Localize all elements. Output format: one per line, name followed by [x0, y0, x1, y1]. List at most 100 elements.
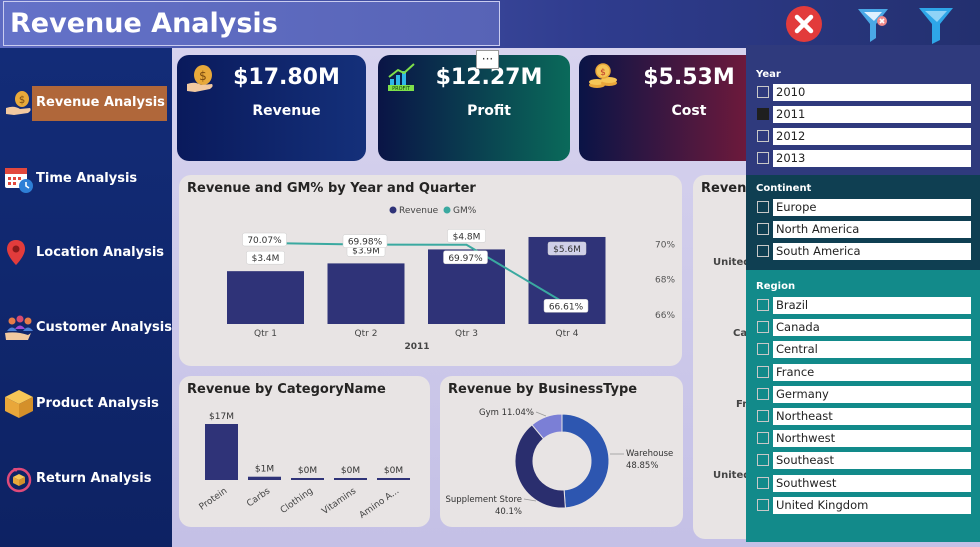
- y2-tick-label: 70%: [655, 240, 675, 250]
- filter-title: Region: [756, 281, 796, 292]
- checkbox[interactable]: [757, 498, 769, 511]
- checkbox[interactable]: [757, 108, 769, 120]
- filter-option-2013[interactable]: 2013: [756, 150, 971, 167]
- nav-item-time-analysis[interactable]: Time Analysis: [0, 162, 172, 198]
- checkbox[interactable]: [757, 432, 769, 445]
- legend-marker: [443, 206, 451, 214]
- svg-text:$: $: [19, 95, 25, 106]
- filter-option-france[interactable]: France: [756, 363, 971, 381]
- nav-label: Location Analysis: [36, 245, 165, 260]
- y2-tick-label: 66%: [655, 311, 675, 321]
- customers-icon: [5, 315, 33, 340]
- donut-slice: [514, 424, 566, 509]
- bar: [327, 263, 405, 324]
- filter-option-northeast[interactable]: Northeast: [756, 408, 971, 425]
- continent-filter: Continent Europe North America South Ame…: [746, 175, 980, 270]
- option-label: Europe: [773, 199, 971, 216]
- filter-panel: Year 2010 2011 2012 2013 Continent Europ…: [746, 45, 980, 542]
- option-label: Canada: [773, 319, 971, 337]
- nav-label: Customer Analysis: [36, 320, 172, 335]
- checkbox[interactable]: [757, 223, 769, 235]
- kpi-label: Cost: [671, 103, 707, 119]
- filter-icon[interactable]: [916, 4, 956, 44]
- gm-data-label: 66.61%: [549, 302, 584, 312]
- revenue-data-label: $4.8M: [453, 232, 481, 242]
- filter-option-brazil[interactable]: Brazil: [756, 297, 971, 314]
- data-label: $0M: [384, 466, 403, 476]
- nav-item-product-analysis[interactable]: Product Analysis: [0, 387, 172, 423]
- checkbox[interactable]: [757, 86, 769, 98]
- close-icon[interactable]: [784, 4, 824, 44]
- kpi-card-profit: PROFIT $12.27M Profit: [378, 55, 570, 161]
- filter-option-north-america[interactable]: North America: [756, 221, 971, 238]
- checkbox[interactable]: [757, 454, 769, 467]
- checkbox[interactable]: [757, 245, 769, 257]
- data-label: $1M: [255, 465, 274, 475]
- bar: [248, 476, 281, 480]
- x-tick-label: Carbs: [245, 486, 272, 509]
- nav-item-return-analysis[interactable]: Return Analysis: [0, 462, 172, 498]
- region-filter: Region Brazil Canada Central France Germany N…: [746, 270, 980, 542]
- option-label: Northeast: [773, 408, 971, 425]
- option-label: 2013: [773, 150, 971, 167]
- kpi-card-revenue: $ $17.80M Revenue: [177, 55, 366, 161]
- more-options-button[interactable]: ···: [476, 50, 499, 69]
- return-box-icon: [6, 467, 32, 493]
- data-label: $0M: [341, 466, 360, 476]
- filter-option-germany[interactable]: Germany: [756, 385, 971, 403]
- data-label: $0M: [298, 466, 317, 476]
- x-tick-label: Qtr 2: [355, 329, 378, 339]
- page-title: Revenue Analysis: [10, 8, 278, 39]
- slice-name: Warehouse: [626, 449, 673, 459]
- option-label: 2012: [773, 128, 971, 145]
- filter-option-canada[interactable]: Canada: [756, 319, 971, 337]
- kpi-card-cost: $ $5.53M Cost: [579, 55, 769, 161]
- checkbox[interactable]: [757, 299, 769, 311]
- business-type-donut: Warehouse 48.85% Supplement Store 40.1% Gym …: [445, 408, 673, 517]
- filter-option-united-kingdom[interactable]: United Kingdom: [756, 496, 971, 514]
- filter-title: Year: [756, 69, 781, 80]
- checkbox[interactable]: [757, 410, 769, 422]
- filter-option-europe[interactable]: Europe: [756, 199, 971, 216]
- x-tick-label: Qtr 3: [455, 329, 478, 339]
- title-box: Revenue Analysis: [3, 1, 500, 46]
- nav-item-revenue-analysis[interactable]: $ Revenue Analysis: [0, 86, 172, 122]
- x-tick-label: Vitamins: [320, 486, 358, 517]
- nav-label: Revenue Analysis: [36, 95, 165, 110]
- filter-option-southeast[interactable]: Southeast: [756, 452, 971, 470]
- x-tick-label: Protein: [198, 486, 230, 512]
- checkbox[interactable]: [757, 130, 769, 142]
- gm-data-label: 69.97%: [448, 254, 483, 264]
- axis-label: Ca: [733, 328, 748, 339]
- filter-option-2012[interactable]: 2012: [756, 128, 971, 145]
- revenue-data-label: $3.9M: [352, 246, 380, 256]
- filter-option-south-america[interactable]: South America: [756, 243, 971, 260]
- nav-item-location-analysis[interactable]: Location Analysis: [0, 236, 172, 272]
- checkbox[interactable]: [757, 201, 769, 213]
- checkbox[interactable]: [757, 321, 769, 334]
- year-filter: Year 2010 2011 2012 2013: [746, 45, 980, 175]
- filter-option-2010[interactable]: 2010: [756, 84, 971, 101]
- filter-option-2011[interactable]: 2011: [756, 106, 971, 123]
- kpi-value: $17.80M: [233, 65, 340, 90]
- x-tick-label: Amino A...: [358, 486, 401, 521]
- nav-label: Product Analysis: [36, 396, 159, 411]
- filter-option-central[interactable]: Central: [756, 341, 971, 359]
- bar: [334, 478, 367, 480]
- filter-option-southwest[interactable]: Southwest: [756, 474, 971, 492]
- option-label: United Kingdom: [773, 496, 971, 514]
- x-tick-label: Qtr 4: [556, 329, 579, 339]
- checkbox[interactable]: [757, 365, 769, 378]
- checkbox[interactable]: [757, 476, 769, 489]
- gm-line: [265, 242, 568, 306]
- checkbox[interactable]: [757, 152, 769, 164]
- box-icon: [5, 390, 33, 418]
- legend-label: GM%: [453, 206, 477, 216]
- filter-option-northwest[interactable]: Northwest: [756, 430, 971, 448]
- checkbox[interactable]: [757, 343, 769, 356]
- clear-filter-icon[interactable]: [854, 4, 894, 44]
- data-label: $17M: [209, 412, 234, 422]
- checkbox[interactable]: [757, 387, 769, 400]
- option-label: 2011: [773, 106, 971, 123]
- nav-item-customer-analysis[interactable]: Customer Analysis: [0, 311, 172, 347]
